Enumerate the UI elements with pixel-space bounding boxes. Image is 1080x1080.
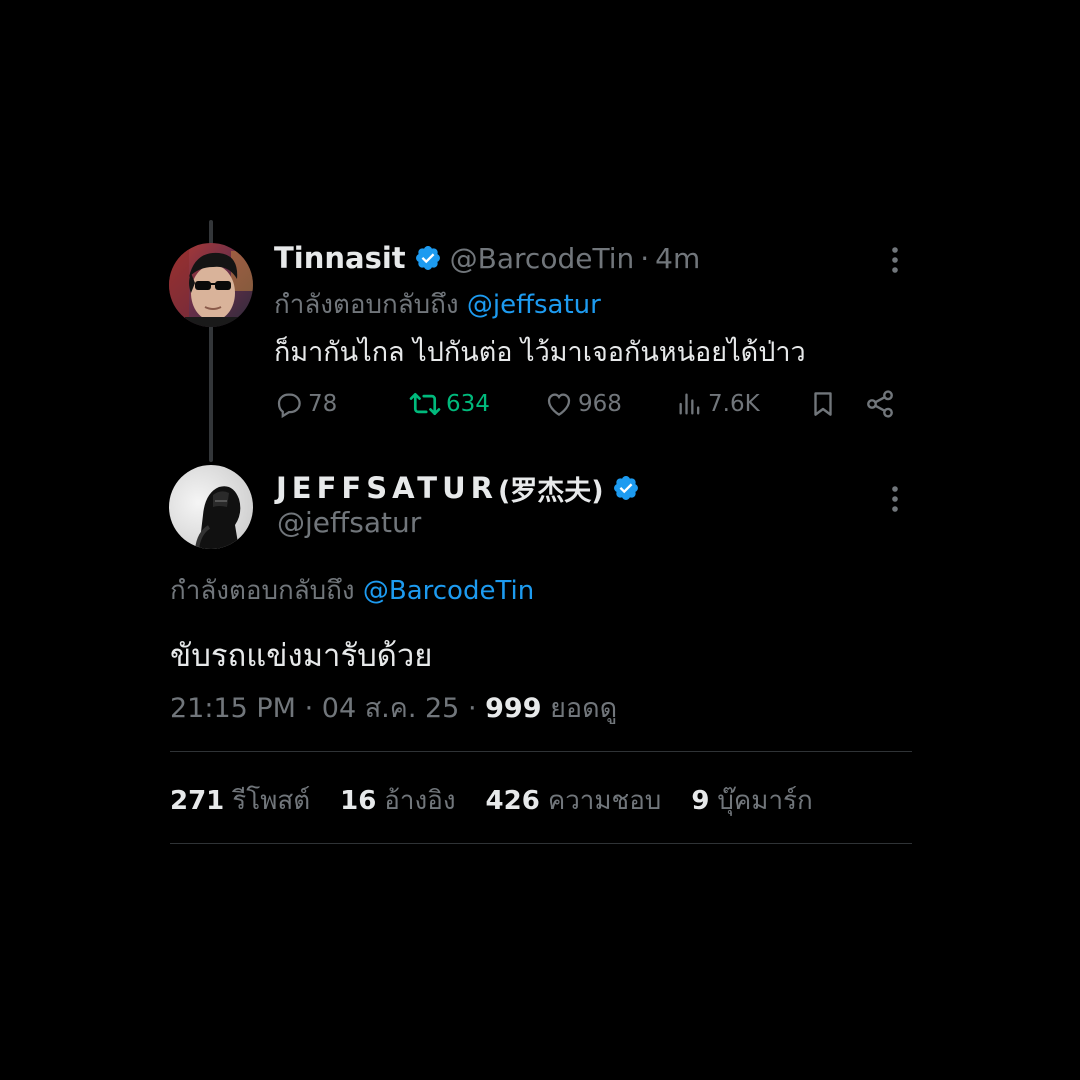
main-handle[interactable]: @jeffsatur <box>277 506 421 539</box>
reposts-stat[interactable]: 271 รีโพสต์ <box>170 780 310 821</box>
reply-button[interactable]: 78 <box>274 384 337 424</box>
views-count: 999 <box>485 693 542 724</box>
views-chart-icon <box>679 393 700 415</box>
quotes-count: 16 <box>340 786 377 816</box>
reply-action-bar: 78 634 968 7.6K <box>274 384 904 424</box>
reply-bubble-icon <box>277 393 301 419</box>
reposts-count: 271 <box>170 786 225 816</box>
views-count: 7.6K <box>708 391 760 417</box>
retweet-button[interactable]: 634 <box>408 384 490 424</box>
avatar-jeffsatur-image <box>169 465 253 549</box>
share-button[interactable] <box>864 384 900 424</box>
retweet-count: 634 <box>446 391 490 417</box>
views-label: ยอดดู <box>550 693 618 724</box>
main-display-name-cn[interactable]: (罗杰夫) <box>498 469 604 508</box>
replying-to-mention[interactable]: @BarcodeTin <box>363 576 534 606</box>
reply-separator: · <box>640 241 650 275</box>
verified-badge-icon <box>613 476 638 500</box>
reply-handle[interactable]: @BarcodeTin <box>450 242 635 275</box>
like-button[interactable]: 968 <box>544 384 622 424</box>
reposts-label: รีโพสต์ <box>232 786 311 816</box>
bookmark-button[interactable] <box>808 384 842 424</box>
reply-replying-to: กำลังตอบกลับถึง @jeffsatur <box>274 284 601 325</box>
share-icon <box>867 390 893 418</box>
bookmark-icon <box>814 392 832 416</box>
divider <box>170 843 912 844</box>
tweet-date[interactable]: 04 ส.ค. 25 <box>322 693 460 724</box>
avatar-jeffsatur[interactable] <box>169 465 253 549</box>
likes-label: ความชอบ <box>547 786 662 816</box>
verified-badge-icon <box>415 246 440 270</box>
reply-count: 78 <box>308 391 338 417</box>
main-header: JEFFSATUR (罗杰夫) <box>276 466 648 510</box>
main-display-name[interactable]: JEFFSATUR <box>276 471 498 505</box>
meta-separator: · <box>467 693 477 724</box>
avatar-tinnasit-image <box>169 243 253 327</box>
more-options-icon[interactable] <box>883 484 907 514</box>
divider <box>170 751 912 752</box>
heart-icon <box>547 393 571 416</box>
main-replying-to: กำลังตอบกลับถึง @BarcodeTin <box>170 570 534 611</box>
meta-separator: · <box>304 693 314 724</box>
views-button[interactable]: 7.6K <box>676 384 760 424</box>
tweet-meta: 21:15 PM · 04 ส.ค. 25 · 999 ยอดดู <box>170 686 617 729</box>
like-count: 968 <box>578 391 622 417</box>
engagement-stats: 271 รีโพสต์ 16 อ้างอิง 426 ความชอบ 9 บุ๊คมาร… <box>170 780 843 821</box>
likes-count: 426 <box>485 786 540 816</box>
likes-stat[interactable]: 426 ความชอบ <box>486 780 662 821</box>
quotes-label: อ้างอิง <box>384 786 456 816</box>
replying-to-mention[interactable]: @jeffsatur <box>467 290 601 320</box>
bookmarks-label: บุ๊คมาร์ก <box>717 786 813 816</box>
quotes-stat[interactable]: 16 อ้างอิง <box>340 780 455 821</box>
bookmarks-stat[interactable]: 9 บุ๊คมาร์ก <box>691 780 812 821</box>
replying-to-prefix: กำลังตอบกลับถึง <box>274 290 459 320</box>
avatar-tinnasit[interactable] <box>169 243 253 327</box>
reply-tweet-text: ก็มากันไกล ไปกันต่อ ไว้มาเจอกันหน่อยได้ป… <box>274 337 806 368</box>
reply-header: Tinnasit @BarcodeTin · 4m <box>274 236 700 280</box>
retweet-icon <box>409 392 441 416</box>
replying-to-prefix: กำลังตอบกลับถึง <box>170 576 355 606</box>
more-options-icon[interactable] <box>883 245 907 275</box>
reply-time[interactable]: 4m <box>655 242 700 275</box>
bookmarks-count: 9 <box>691 786 710 816</box>
tweet-timestamp[interactable]: 21:15 PM <box>170 693 296 724</box>
reply-display-name[interactable]: Tinnasit <box>274 241 406 275</box>
main-tweet-text: ขับรถแข่งมารับด้วย <box>170 638 433 674</box>
